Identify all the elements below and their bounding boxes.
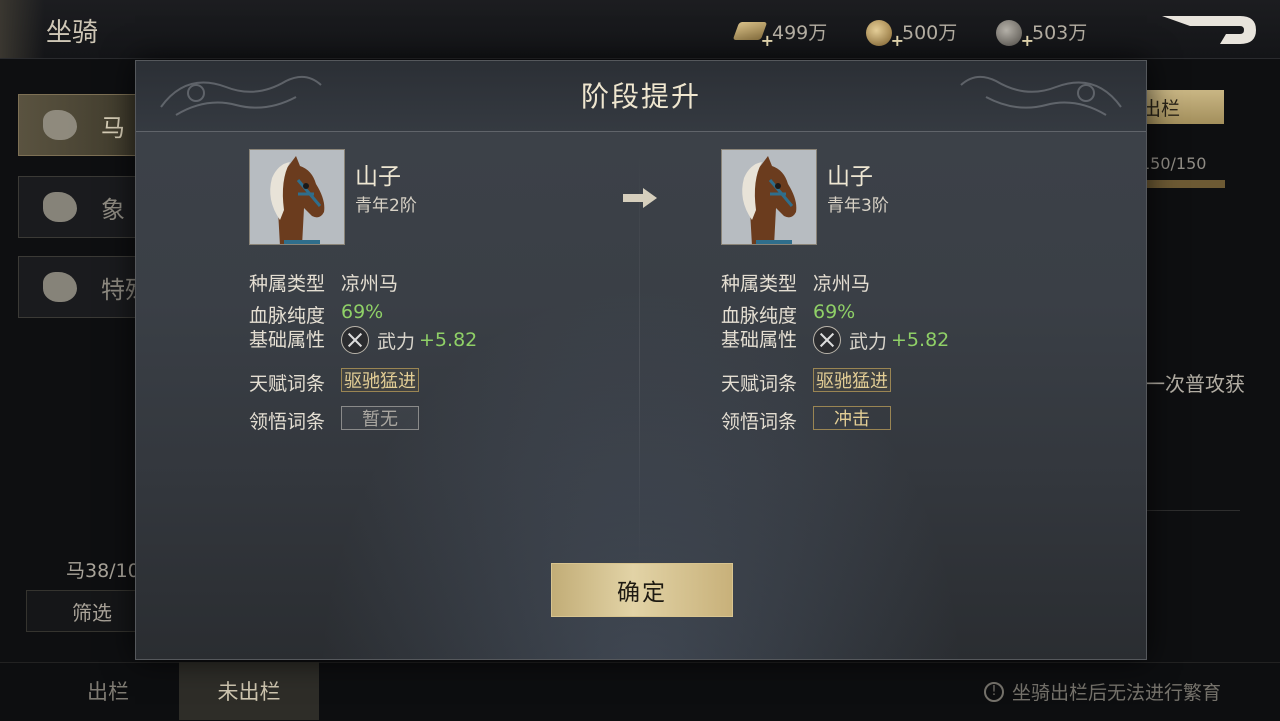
horse-portrait: [249, 149, 345, 245]
base-attr-value: 武力 +5.82: [341, 326, 477, 354]
currency-value: 500万: [902, 22, 958, 44]
notice-text: 坐骑出栏后无法进行繁育: [1012, 682, 1222, 704]
sidebar-tab-label: 象: [101, 195, 125, 224]
insight-tag: 暂无: [341, 406, 419, 430]
tab-deployed[interactable]: 出栏: [38, 662, 178, 720]
currency-gold-coin[interactable]: + 500万: [866, 18, 958, 50]
base-attr-label: 基础属性: [721, 329, 798, 351]
horse-stage: 青年3阶: [827, 196, 889, 216]
breed-label: 种属类型: [249, 273, 326, 295]
attr-name: 武力: [849, 330, 888, 353]
crossed-swords-icon: [813, 326, 841, 354]
progress-text: 150/150: [1140, 154, 1207, 173]
progress-bar: [1140, 180, 1225, 188]
breed-value: 凉州马: [341, 273, 399, 295]
purity-label: 血脉纯度: [721, 305, 798, 327]
horse-name: 山子: [827, 164, 873, 190]
purity-value: 69%: [341, 301, 384, 323]
purity-value: 69%: [813, 301, 856, 323]
horse-stage: 青年2阶: [355, 196, 417, 216]
elephant-icon: [43, 192, 77, 222]
breed-value: 凉州马: [813, 273, 871, 295]
talent-tag[interactable]: 驱驰猛进: [813, 368, 891, 392]
currency-value: 503万: [1032, 22, 1088, 44]
attr-value: +5.82: [891, 329, 950, 351]
breed-label: 种属类型: [721, 273, 798, 295]
attr-name: 武力: [377, 330, 416, 353]
stage-upgrade-dialog: 阶段提升 山子 青年2阶 种属类型 凉州马 血脉纯度 69% 基础属性 武力 +…: [135, 60, 1147, 660]
gold-coin-icon: +: [866, 19, 904, 50]
currency-value: 499万: [772, 22, 828, 44]
insight-tag[interactable]: 冲击: [813, 406, 891, 430]
top-bar: 坐骑 + 499万 + 500万 + 503万: [0, 0, 1280, 59]
chariot-icon: [43, 272, 77, 302]
talent-label: 天赋词条: [721, 373, 798, 395]
page-title: 坐骑: [46, 18, 99, 48]
tab-not-deployed[interactable]: 未出栏: [179, 662, 319, 720]
horse-name: 山子: [355, 164, 401, 190]
deploy-button[interactable]: 出栏: [1140, 90, 1224, 124]
horse-portrait: [721, 149, 817, 245]
attr-value: +5.82: [419, 329, 478, 351]
column-divider: [639, 149, 640, 569]
currency-ingot[interactable]: + 499万: [732, 18, 828, 50]
crossed-swords-icon: [341, 326, 369, 354]
character-silhouette: [0, 0, 44, 58]
divider: [1145, 510, 1240, 511]
skill-description: 一次普攻获: [1145, 372, 1245, 396]
insight-label: 领悟词条: [721, 411, 798, 433]
talent-tag[interactable]: 驱驰猛进: [341, 368, 419, 392]
info-icon: !: [984, 681, 1004, 702]
base-attr-label: 基础属性: [249, 329, 326, 351]
breeding-notice: ! 坐骑出栏后无法进行繁育: [984, 678, 1221, 705]
confirm-button[interactable]: 确定: [551, 563, 733, 617]
gold-ingot-icon: +: [732, 20, 774, 50]
back-arrow-icon[interactable]: [1160, 12, 1258, 48]
currency-copper-coin[interactable]: + 503万: [996, 18, 1088, 50]
purity-label: 血脉纯度: [249, 305, 326, 327]
horse-head-icon: [43, 110, 77, 140]
dialog-title: 阶段提升: [580, 80, 701, 113]
sidebar-tab-label: 马: [101, 113, 125, 142]
base-attr-value: 武力 +5.82: [813, 326, 949, 354]
insight-label: 领悟词条: [249, 411, 326, 433]
copper-coin-icon: +: [996, 19, 1034, 50]
talent-label: 天赋词条: [249, 373, 326, 395]
dialog-header: 阶段提升: [136, 61, 1146, 132]
arrow-right-icon: [623, 188, 657, 208]
